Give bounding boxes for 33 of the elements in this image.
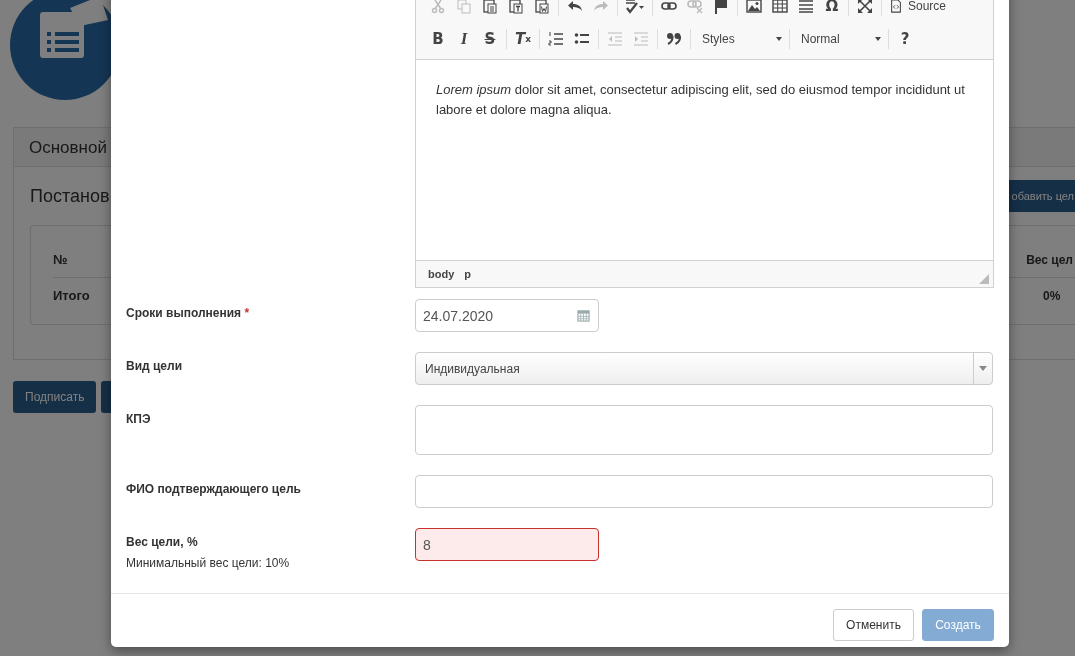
element-path-link[interactable]: body (428, 268, 455, 280)
panel-title: Основной (29, 138, 107, 157)
document-icon (889, 0, 903, 13)
add-button[interactable]: обавить цел (1008, 180, 1075, 212)
toolbar-button[interactable]: ? (892, 27, 918, 51)
editor-paragraph: Lorem ipsum dolor sit amet, consectetur adipiscing elit, sed do eiusmod tempor incididunt ut labore et dolore magna aliqua. (436, 81, 966, 119)
bold-button[interactable]: B (425, 27, 451, 51)
field-label: ФИО подтверждающего цель (126, 481, 302, 496)
table-cell-text: Итого (53, 288, 91, 303)
field-hint: Минимальный вес цели: 10% (126, 556, 291, 570)
select-dropdown[interactable]: Индивидуальная (415, 352, 993, 385)
calendar-icon[interactable] (577, 309, 590, 322)
source-button[interactable]: Source (885, 0, 951, 18)
italic-button[interactable]: I (451, 27, 477, 51)
resize-handle-icon[interactable] (979, 274, 989, 284)
strikethrough-button[interactable]: S (477, 27, 503, 51)
field-label: Сроки выполнения * (126, 305, 251, 320)
format-dropdown[interactable]: Styles (694, 27, 786, 51)
input-field[interactable]: 8 (415, 528, 599, 561)
format-dropdown[interactable]: Normal (793, 27, 885, 51)
element-path-link[interactable]: p (464, 268, 471, 280)
toolbar-button[interactable]: Ω (819, 0, 845, 18)
column-header: Вес цел (1026, 252, 1074, 267)
field-label: Вес цели, % (126, 534, 199, 549)
section-title: Постанов (30, 185, 110, 207)
field-label: КПЭ (126, 411, 152, 426)
sign-button[interactable]: Подписать (13, 381, 97, 413)
cancel-button[interactable]: Отменить (833, 609, 914, 641)
table-cell-text: 0% (1043, 288, 1062, 303)
field-label: Вид цели (126, 358, 184, 373)
input-field[interactable] (415, 475, 993, 508)
date-field[interactable]: 24.07.2020 (415, 299, 599, 332)
column-header: № (53, 252, 69, 267)
